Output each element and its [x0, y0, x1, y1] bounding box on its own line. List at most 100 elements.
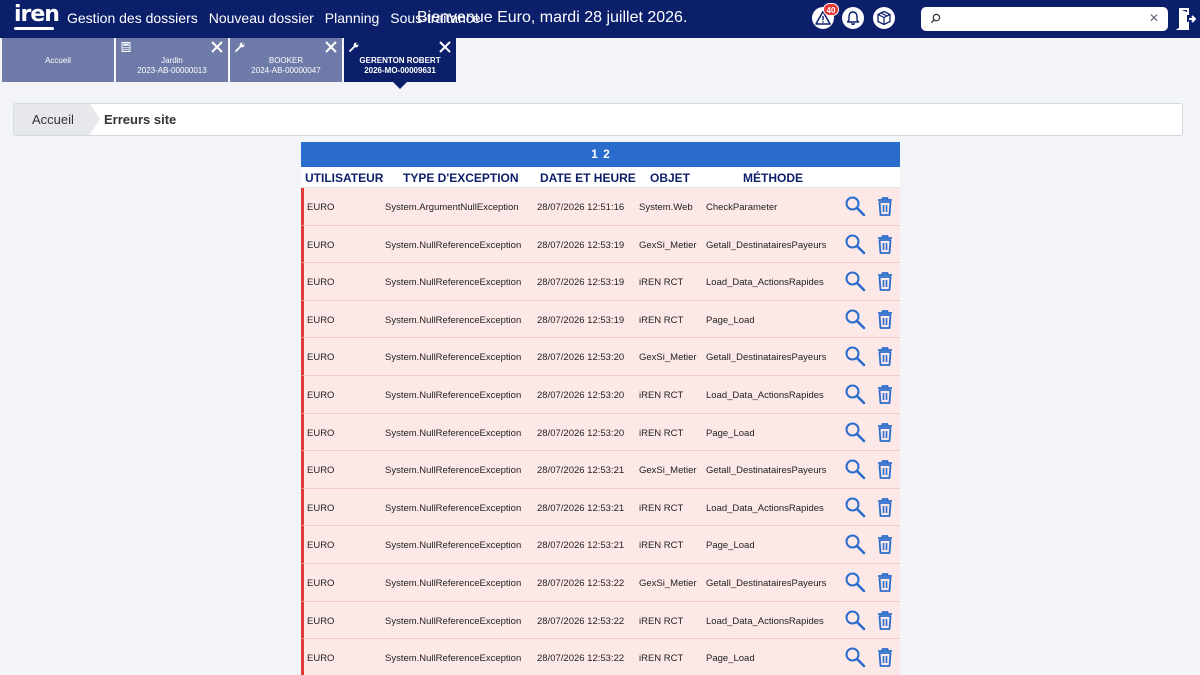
- delete-icon[interactable]: [874, 233, 896, 255]
- cell-method: Getall_DestinatairesPayeurs: [706, 465, 827, 477]
- view-details-icon[interactable]: [844, 646, 866, 668]
- cell-user: EURO: [307, 202, 335, 213]
- alerts-count-badge: 40: [823, 3, 839, 16]
- cell-date: 28/07/2026 12:53:21: [537, 540, 625, 552]
- cell-object: iREN RCT: [639, 389, 684, 401]
- cell-exception-type: System.NullReferenceException: [385, 239, 522, 251]
- iren-logo[interactable]: iren: [14, 4, 60, 30]
- cell-exception-type: System.NullReferenceException: [385, 314, 522, 326]
- bell-icon[interactable]: [842, 7, 864, 29]
- cell-exception-type: System.NullReferenceException: [385, 653, 522, 665]
- cell-user: EURO: [307, 277, 335, 289]
- package-icon[interactable]: [873, 7, 895, 29]
- table-row: EURO System.NullReferenceException 28/07/2…: [301, 263, 900, 301]
- delete-icon[interactable]: [874, 308, 896, 330]
- logo-swoosh: [14, 27, 54, 30]
- breadcrumb-home[interactable]: Accueil: [14, 104, 90, 135]
- delete-icon[interactable]: [874, 646, 896, 668]
- logout-icon[interactable]: [1176, 7, 1196, 31]
- cell-exception-type: System.NullReferenceException: [385, 389, 522, 401]
- cell-method: Load_Data_ActionsRapides: [706, 502, 824, 514]
- delete-icon[interactable]: [874, 421, 896, 443]
- view-details-icon[interactable]: [844, 308, 866, 330]
- search-input[interactable]: [945, 10, 1145, 28]
- view-details-icon[interactable]: [844, 421, 866, 443]
- delete-icon[interactable]: [874, 458, 896, 480]
- header-object[interactable]: OBJET: [650, 171, 690, 185]
- tab-accueil[interactable]: Accueil: [2, 38, 114, 82]
- view-details-icon[interactable]: [844, 195, 866, 217]
- clear-search-icon[interactable]: ✕: [1149, 11, 1159, 25]
- tab-booker[interactable]: BOOKER 2024-AB-00000047: [230, 38, 342, 82]
- header-date[interactable]: DATE ET HEURE: [540, 171, 636, 185]
- nav-gestion-dossiers[interactable]: Gestion des dossiers: [67, 10, 198, 26]
- cell-exception-type: System.NullReferenceException: [385, 615, 522, 627]
- cell-user: EURO: [307, 239, 335, 251]
- delete-icon[interactable]: [874, 571, 896, 593]
- errors-table: 1 2 UTILISATEUR TYPE D'EXCEPTION DATE ET…: [301, 142, 900, 675]
- cell-exception-type: System.NullReferenceException: [385, 352, 522, 364]
- cell-object: iREN RCT: [639, 540, 684, 552]
- table-row: EURO System.NullReferenceException 28/07/2…: [301, 413, 900, 452]
- cell-date: 28/07/2026 12:51:16: [537, 202, 625, 213]
- delete-icon[interactable]: [874, 195, 896, 217]
- view-details-icon[interactable]: [844, 496, 866, 518]
- tab-title: Jardin: [161, 56, 183, 65]
- cell-object: GexSi_Metier: [639, 577, 697, 589]
- cell-date: 28/07/2026 12:53:21: [537, 502, 625, 514]
- nav-nouveau-dossier[interactable]: Nouveau dossier: [209, 10, 314, 26]
- cell-user: EURO: [307, 540, 335, 552]
- cell-date: 28/07/2026 12:53:19: [537, 314, 625, 326]
- cell-method: Page_Load: [706, 314, 755, 326]
- table-row: EURO System.ArgumentNullException 28/07/20…: [301, 188, 900, 226]
- view-details-icon[interactable]: [844, 270, 866, 292]
- cell-method: Page_Load: [706, 653, 755, 665]
- cell-user: EURO: [307, 577, 335, 589]
- tab-subtitle: 2024-AB-00000047: [251, 66, 321, 75]
- cell-method: Page_Load: [706, 427, 755, 439]
- cell-date: 28/07/2026 12:53:22: [537, 577, 625, 589]
- delete-icon[interactable]: [874, 383, 896, 405]
- cell-user: EURO: [307, 615, 335, 627]
- delete-icon[interactable]: [874, 609, 896, 631]
- view-details-icon[interactable]: [844, 458, 866, 480]
- delete-icon[interactable]: [874, 270, 896, 292]
- delete-icon[interactable]: [874, 496, 896, 518]
- close-tab-icon[interactable]: [324, 40, 338, 54]
- cell-exception-type: System.NullReferenceException: [385, 277, 522, 289]
- cell-user: EURO: [307, 389, 335, 401]
- view-details-icon[interactable]: [844, 533, 866, 555]
- table-row: EURO System.NullReferenceException 28/07/2…: [301, 225, 900, 264]
- cell-user: EURO: [307, 352, 335, 364]
- tab-subtitle: 2023-AB-00000013: [137, 66, 207, 75]
- cell-object: iREN RCT: [639, 653, 684, 665]
- wrench-icon: [235, 42, 245, 52]
- view-details-icon[interactable]: [844, 571, 866, 593]
- view-details-icon[interactable]: [844, 609, 866, 631]
- cell-method: Getall_DestinatairesPayeurs: [706, 239, 827, 251]
- page-1-link[interactable]: 1: [591, 147, 598, 161]
- welcome-message: Bienvenue Euro, mardi 28 juillet 2026.: [417, 9, 688, 26]
- view-details-icon[interactable]: [844, 233, 866, 255]
- tab-jardin[interactable]: Jardin 2023-AB-00000013: [116, 38, 228, 82]
- view-details-icon[interactable]: [844, 345, 866, 367]
- wrench-icon: [349, 42, 359, 52]
- cell-date: 28/07/2026 12:53:22: [537, 653, 625, 665]
- header-exception-type[interactable]: TYPE D'EXCEPTION: [403, 171, 519, 185]
- delete-icon[interactable]: [874, 345, 896, 367]
- close-tab-icon[interactable]: [210, 40, 224, 54]
- cell-method: CheckParameter: [706, 202, 778, 213]
- view-details-icon[interactable]: [844, 383, 866, 405]
- delete-icon[interactable]: [874, 533, 896, 555]
- header-method[interactable]: MÉTHODE: [743, 171, 803, 185]
- cell-method: Load_Data_ActionsRapides: [706, 389, 824, 401]
- tab-gerenton-robert[interactable]: GERENTON ROBERT 2026-MO-00009631: [344, 38, 456, 82]
- header-user[interactable]: UTILISATEUR: [305, 171, 383, 185]
- cell-date: 28/07/2026 12:53:19: [537, 277, 625, 289]
- cell-date: 28/07/2026 12:53:20: [537, 389, 625, 401]
- close-tab-icon[interactable]: [438, 40, 452, 54]
- page-2-link[interactable]: 2: [603, 147, 610, 161]
- table-row: EURO System.NullReferenceException 28/07/2…: [301, 488, 900, 527]
- cell-date: 28/07/2026 12:53:20: [537, 427, 625, 439]
- nav-planning[interactable]: Planning: [325, 10, 380, 26]
